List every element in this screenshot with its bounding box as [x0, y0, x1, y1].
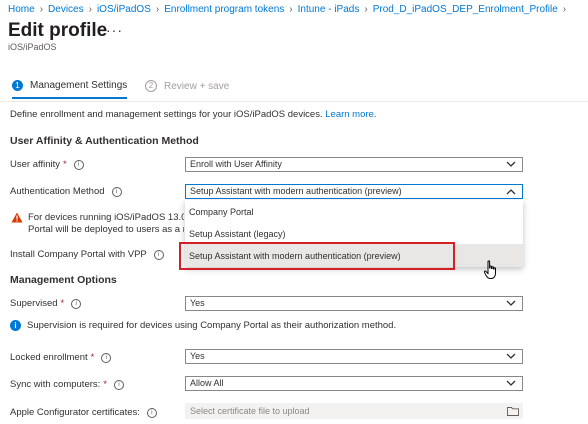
- breadcrumb-profile[interactable]: Prod_D_iPadOS_DEP_Enrolment_Profile: [373, 4, 558, 15]
- divider: [0, 101, 588, 102]
- description-text: Define enrollment and management setting…: [10, 109, 323, 120]
- dropdown-value: Yes: [190, 351, 205, 361]
- step-label: Review + save: [164, 80, 230, 92]
- label-text: Supervised: [10, 298, 58, 309]
- info-icon[interactable]: i: [153, 249, 164, 260]
- user-affinity-dropdown[interactable]: Enroll with User Affinity: [185, 157, 523, 172]
- info-banner-text: Supervision is required for devices usin…: [27, 320, 397, 331]
- menu-item-setup-assistant-legacy[interactable]: Setup Assistant (legacy): [189, 229, 286, 239]
- learn-more-link[interactable]: Learn more.: [325, 109, 376, 120]
- install-company-portal-label: Install Company Portal with VPP i: [10, 249, 164, 260]
- info-icon[interactable]: i: [111, 186, 122, 197]
- warning-line: Portal will be deployed to users as a re…: [28, 224, 184, 235]
- tab-management-settings[interactable]: 1 Management Settings: [12, 80, 127, 91]
- info-icon[interactable]: i: [73, 159, 84, 170]
- tab-review-save[interactable]: 2 Review + save: [145, 80, 229, 92]
- supervised-dropdown[interactable]: Yes: [185, 296, 523, 311]
- section-heading-management: Management Options: [10, 274, 117, 286]
- warning-line: For devices running iOS/iPadOS 13.0 and …: [28, 212, 184, 223]
- breadcrumb-ios[interactable]: iOS/iPadOS: [97, 4, 151, 15]
- locked-enrollment-label: Locked enrollment * i: [10, 352, 112, 363]
- highlight-box: [179, 242, 455, 270]
- chevron-right-icon: ›: [88, 4, 92, 15]
- label-text: Install Company Portal with VPP: [10, 249, 147, 260]
- breadcrumb-devices[interactable]: Devices: [48, 4, 84, 15]
- step-label: Management Settings: [30, 80, 128, 91]
- description: Define enrollment and management setting…: [10, 109, 376, 120]
- info-icon[interactable]: i: [114, 379, 124, 390]
- certificate-file-input[interactable]: Select certificate file to upload: [185, 403, 523, 419]
- folder-icon[interactable]: [507, 406, 519, 416]
- chevron-right-icon: ›: [562, 4, 567, 15]
- chevron-up-icon: [506, 189, 516, 195]
- section-heading-affinity: User Affinity & Authentication Method: [10, 135, 199, 147]
- required-marker: *: [103, 379, 107, 390]
- file-placeholder: Select certificate file to upload: [190, 406, 310, 416]
- sync-computers-dropdown[interactable]: Allow All: [185, 376, 523, 391]
- dropdown-value: Enroll with User Affinity: [190, 159, 282, 169]
- dropdown-value: Setup Assistant with modern authenticati…: [190, 186, 402, 196]
- page-title: Edit profile: [8, 20, 108, 41]
- more-options-button[interactable]: ···: [106, 22, 123, 38]
- chevron-right-icon: ›: [155, 4, 160, 15]
- locked-enrollment-dropdown[interactable]: Yes: [185, 349, 523, 364]
- menu-item-company-portal[interactable]: Company Portal: [189, 207, 254, 217]
- active-step-indicator: [12, 97, 127, 99]
- label-text: Apple Configurator certificates:: [10, 407, 140, 418]
- page-subtitle: iOS/iPadOS: [8, 42, 57, 52]
- hand-cursor-icon: [483, 260, 496, 279]
- auth-method-label: Authentication Method i: [10, 186, 122, 197]
- warning-message: For devices running iOS/iPadOS 13.0 and …: [28, 212, 184, 236]
- supervision-info-banner: i Supervision is required for devices us…: [10, 320, 396, 331]
- step-number: 2: [145, 80, 157, 92]
- warning-icon: [11, 212, 23, 223]
- auth-method-dropdown[interactable]: Setup Assistant with modern authenticati…: [185, 184, 523, 199]
- apple-configurator-label: Apple Configurator certificates: i: [10, 407, 157, 418]
- info-icon[interactable]: i: [146, 407, 157, 418]
- label-text: Authentication Method: [10, 186, 105, 197]
- label-text: Sync with computers:: [10, 379, 101, 390]
- required-marker: *: [60, 298, 65, 309]
- info-icon[interactable]: i: [71, 298, 82, 309]
- info-icon: i: [10, 320, 21, 331]
- chevron-down-icon: [506, 353, 516, 359]
- breadcrumb-home[interactable]: Home: [8, 4, 35, 15]
- chevron-right-icon: ›: [364, 4, 368, 15]
- supervised-label: Supervised * i: [10, 298, 82, 309]
- chevron-down-icon: [506, 380, 516, 386]
- label-text: Locked enrollment: [10, 352, 88, 363]
- chevron-down-icon: [506, 300, 516, 306]
- step-number: 1: [12, 80, 23, 91]
- breadcrumb-tokens[interactable]: Enrollment program tokens: [164, 4, 284, 15]
- breadcrumb-intune-ipads[interactable]: Intune - iPads: [298, 4, 360, 15]
- breadcrumb: Home › Devices › iOS/iPadOS › Enrollment pr…: [8, 4, 571, 15]
- dropdown-value: Allow All: [190, 378, 224, 388]
- sync-computers-label: Sync with computers: * i: [10, 379, 124, 390]
- chevron-down-icon: [506, 161, 516, 167]
- user-affinity-label: User affinity * i: [10, 159, 84, 170]
- chevron-right-icon: ›: [289, 4, 293, 15]
- required-marker: *: [90, 352, 95, 363]
- info-icon[interactable]: i: [101, 352, 112, 363]
- dropdown-value: Yes: [190, 298, 205, 308]
- chevron-right-icon: ›: [39, 4, 44, 15]
- label-text: User affinity: [10, 159, 60, 170]
- required-marker: *: [62, 159, 67, 170]
